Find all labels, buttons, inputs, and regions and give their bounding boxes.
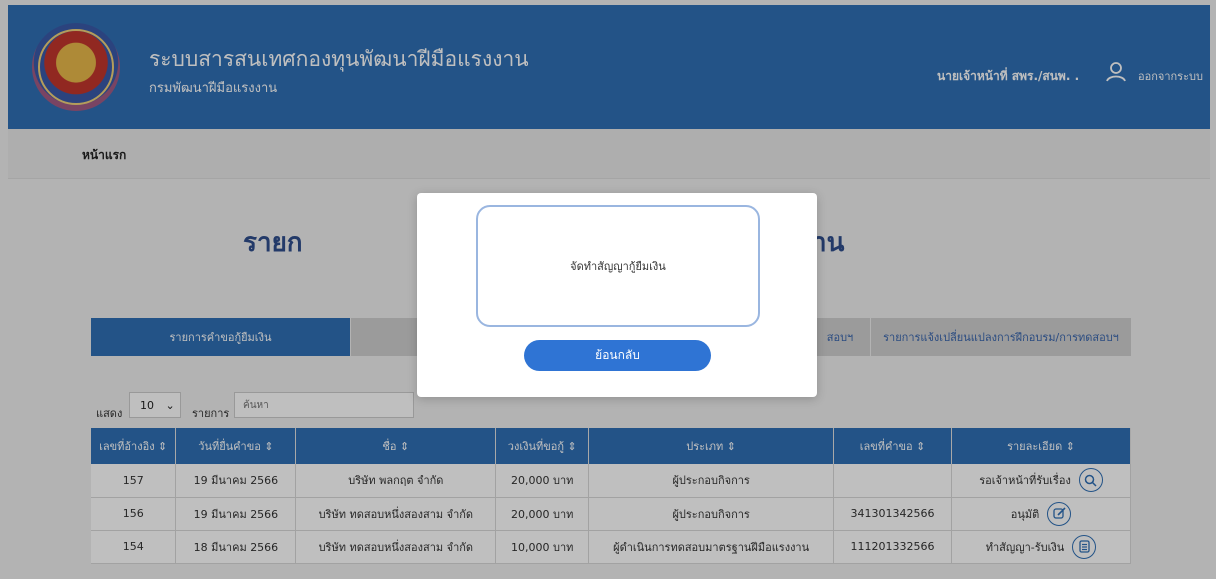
dialog-message-box: จัดทำสัญญากู้ยืมเงิน — [476, 205, 760, 327]
dialog-message: จัดทำสัญญากู้ยืมเงิน — [570, 260, 666, 273]
contract-dialog: จัดทำสัญญากู้ยืมเงิน ย้อนกลับ — [417, 193, 817, 397]
back-button[interactable]: ย้อนกลับ — [524, 340, 711, 371]
